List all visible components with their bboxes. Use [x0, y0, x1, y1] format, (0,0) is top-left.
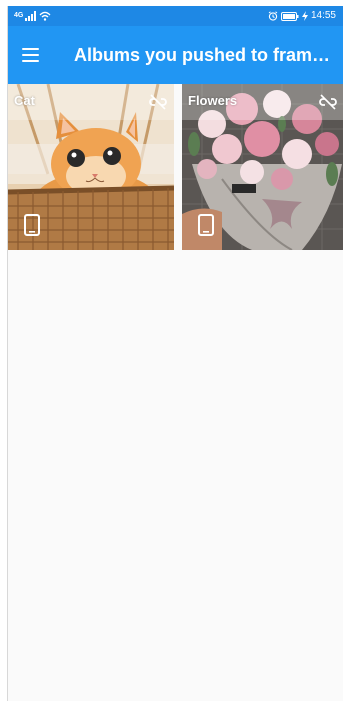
alarm-icon	[268, 11, 278, 21]
tablet-icon	[198, 214, 214, 236]
app-bar: Albums you pushed to frame...	[8, 26, 343, 84]
album-tile-cat[interactable]: Cat	[8, 84, 174, 250]
status-bar: 4G 14:55	[8, 6, 343, 26]
clock-time: 14:55	[310, 10, 336, 21]
album-grid: Cat Flowers	[8, 84, 343, 250]
app-screen: 4G 14:55 Albums you pushed to frame... C…	[7, 6, 343, 701]
status-bar-left: 4G	[14, 6, 51, 26]
unlink-icon[interactable]	[318, 94, 338, 110]
wifi-icon	[39, 11, 51, 21]
album-title: Cat	[14, 93, 35, 108]
signal-icon	[25, 11, 37, 21]
tablet-icon	[24, 214, 40, 236]
album-tile-header: Cat	[8, 84, 174, 120]
unlink-icon[interactable]	[148, 94, 168, 110]
network-type: 4G	[14, 12, 24, 19]
album-title: Flowers	[188, 93, 238, 108]
hamburger-menu-icon[interactable]	[22, 43, 44, 67]
charging-icon	[301, 11, 308, 21]
album-tile-header: Flowers	[182, 84, 343, 120]
album-tile-flowers[interactable]: Flowers	[182, 84, 343, 250]
page-title: Albums you pushed to frame...	[74, 45, 336, 65]
status-bar-right: 14:55	[268, 6, 336, 26]
battery-icon	[280, 11, 299, 21]
